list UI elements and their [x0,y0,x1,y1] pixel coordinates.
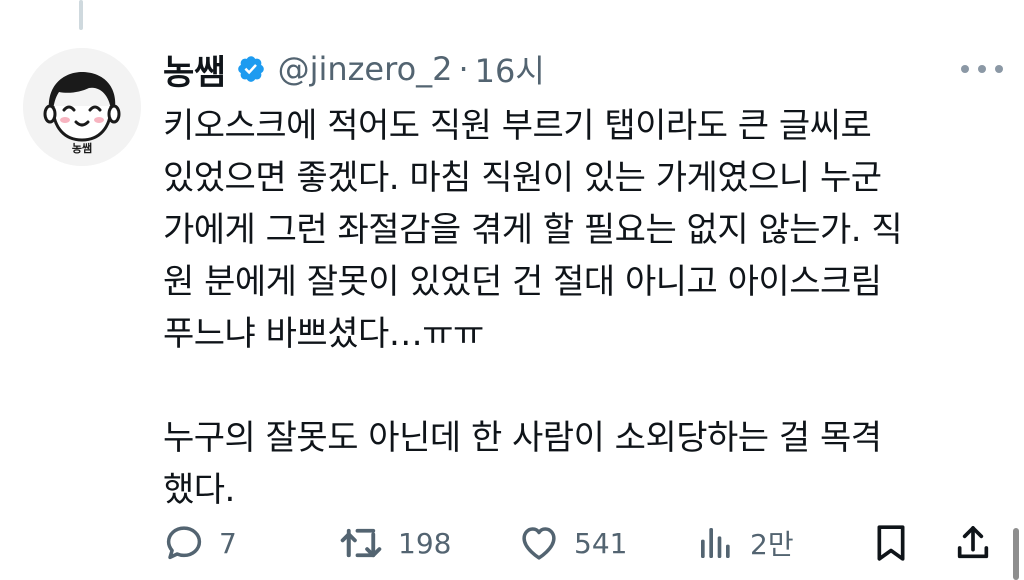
heart-icon [522,527,556,560]
author-handle[interactable]: @jinzero_2 [278,50,453,88]
reply-count: 7 [219,526,237,560]
avatar[interactable]: 농쌤 [23,48,141,166]
retweet-button[interactable]: 198 [338,515,451,571]
scrollbar[interactable] [1013,528,1019,580]
tweet-text: 키오스크에 적어도 직원 부르기 탭이라도 큰 글씨로 있었으면 좋겠다. 마침… [163,100,963,516]
views-count: 2만 [750,528,794,561]
tweet-text-line: 원 분에게 잘못이 있었던 건 절대 아니고 아이스크림 [163,262,882,302]
action-bar: 7 198 541 2만 [163,515,1003,571]
tweet-header: 농쌤 @jinzero_2 · 16시 [163,44,1003,94]
retweet-icon [340,528,382,558]
bookmark-icon [877,525,905,561]
reply-button[interactable]: 7 [163,515,237,571]
tweet-text-line: 했다. [163,470,235,510]
tweet-text-line: 있었으면 좋겠다. 마침 직원이 있는 가게였으니 누군 [163,158,882,198]
bookmark-button[interactable] [871,515,911,571]
retweet-count: 198 [398,526,452,560]
thread-connector-line [79,0,83,30]
like-button[interactable]: 541 [518,515,627,571]
author-name[interactable]: 농쌤 [163,45,226,94]
verified-badge-icon [236,54,266,84]
more-dots-icon[interactable] [961,54,1003,84]
tweet[interactable]: 농쌤 농쌤 @jinzero_2 · 16시 키오스크에 적어도 직원 부르기 … [0,0,1024,580]
share-icon [957,526,989,559]
avatar-illustration: 농쌤 [23,48,141,166]
reply-icon [166,526,202,560]
tweet-text-line: 푸느냐 바쁘셨다…ㅠㅠ [163,314,484,354]
timestamp[interactable]: 16시 [475,46,545,92]
share-button[interactable] [953,515,993,571]
tweet-text-line: 가에게 그런 좌절감을 겪게 할 필요는 없지 않는가. 직 [163,210,903,250]
avatar-label: 농쌤 [72,141,92,155]
tweet-text-line: 키오스크에 적어도 직원 부르기 탭이라도 큰 글씨로 [163,106,872,146]
views-bars-icon [701,528,730,558]
tweet-text-line: 누구의 잘못도 아닌데 한 사람이 소외당하는 걸 목격 [163,418,882,458]
like-count: 541 [574,526,628,560]
separator-dot: · [458,50,469,88]
views-button[interactable]: 2만 [696,515,794,571]
